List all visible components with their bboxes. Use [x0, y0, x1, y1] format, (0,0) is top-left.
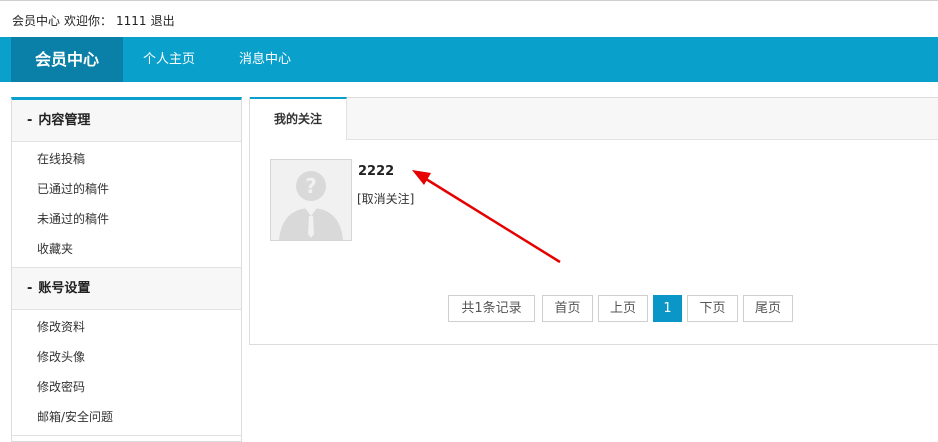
sidebar-item-change-password[interactable]: 修改密码 — [12, 372, 241, 402]
topbar-text: 会员中心 欢迎你： 1111 退出 — [12, 12, 179, 29]
sidebar-item-favorites[interactable]: 收藏夹 — [12, 234, 241, 264]
pagination-total: 共1条记录 — [448, 295, 535, 322]
pagination-first[interactable]: 首页 — [542, 295, 593, 322]
sidebar-heading-label: 内容管理 — [38, 113, 91, 128]
sidebar-group-content: 在线投稿 已通过的稿件 未通过的稿件 收藏夹 — [12, 142, 241, 268]
default-avatar-icon: ? — [271, 160, 351, 240]
sidebar-heading-account: - 账号设置 — [12, 268, 241, 310]
sidebar-group-account: 修改资料 修改头像 修改密码 邮箱/安全问题 — [12, 310, 241, 436]
pagination-last[interactable]: 尾页 — [743, 295, 793, 322]
pagination-prev[interactable]: 上页 — [598, 295, 648, 322]
avatar[interactable]: ? — [270, 159, 352, 241]
unfollow-link[interactable]: [取消关注] — [357, 190, 414, 207]
username: 1111 — [116, 14, 147, 28]
followed-user-name[interactable]: 2222 — [358, 164, 394, 179]
sidebar: - 内容管理 在线投稿 已通过的稿件 未通过的稿件 收藏夹 - 账号设置 修改资料 … — [11, 97, 242, 442]
pagination-current[interactable]: 1 — [653, 295, 682, 322]
main-nav: 会员中心 个人主页 消息中心 — [0, 37, 938, 82]
pagination-next[interactable]: 下页 — [687, 295, 738, 322]
sidebar-heading-content: - 内容管理 — [12, 100, 241, 142]
sidebar-item-approved[interactable]: 已通过的稿件 — [12, 174, 241, 204]
panel-tab-bar: 我的关注 — [250, 97, 938, 140]
member-center-link[interactable]: 会员中心 — [12, 14, 60, 28]
logout-link[interactable]: 退出 — [151, 14, 175, 28]
nav-brand[interactable]: 会员中心 — [11, 37, 123, 82]
sidebar-item-email-security[interactable]: 邮箱/安全问题 — [12, 402, 241, 432]
follow-panel: 我的关注 ? 2222 [取消关注] 共1条记录 首页 上页 1 下页 尾页 — [249, 97, 938, 345]
nav-link-messages[interactable]: 消息中心 — [239, 37, 291, 82]
sidebar-item-edit-avatar[interactable]: 修改头像 — [12, 342, 241, 372]
sidebar-heading-label: 账号设置 — [38, 281, 91, 296]
sidebar-item-edit-profile[interactable]: 修改资料 — [12, 312, 241, 342]
top-bar: 会员中心 欢迎你： 1111 退出 — [0, 0, 938, 37]
nav-link-home[interactable]: 个人主页 — [143, 37, 195, 82]
tab-my-follows[interactable]: 我的关注 — [250, 97, 347, 140]
sidebar-item-rejected[interactable]: 未通过的稿件 — [12, 204, 241, 234]
svg-text:?: ? — [305, 174, 317, 198]
welcome-text: 欢迎你： — [64, 14, 113, 28]
sidebar-item-submit[interactable]: 在线投稿 — [12, 144, 241, 174]
